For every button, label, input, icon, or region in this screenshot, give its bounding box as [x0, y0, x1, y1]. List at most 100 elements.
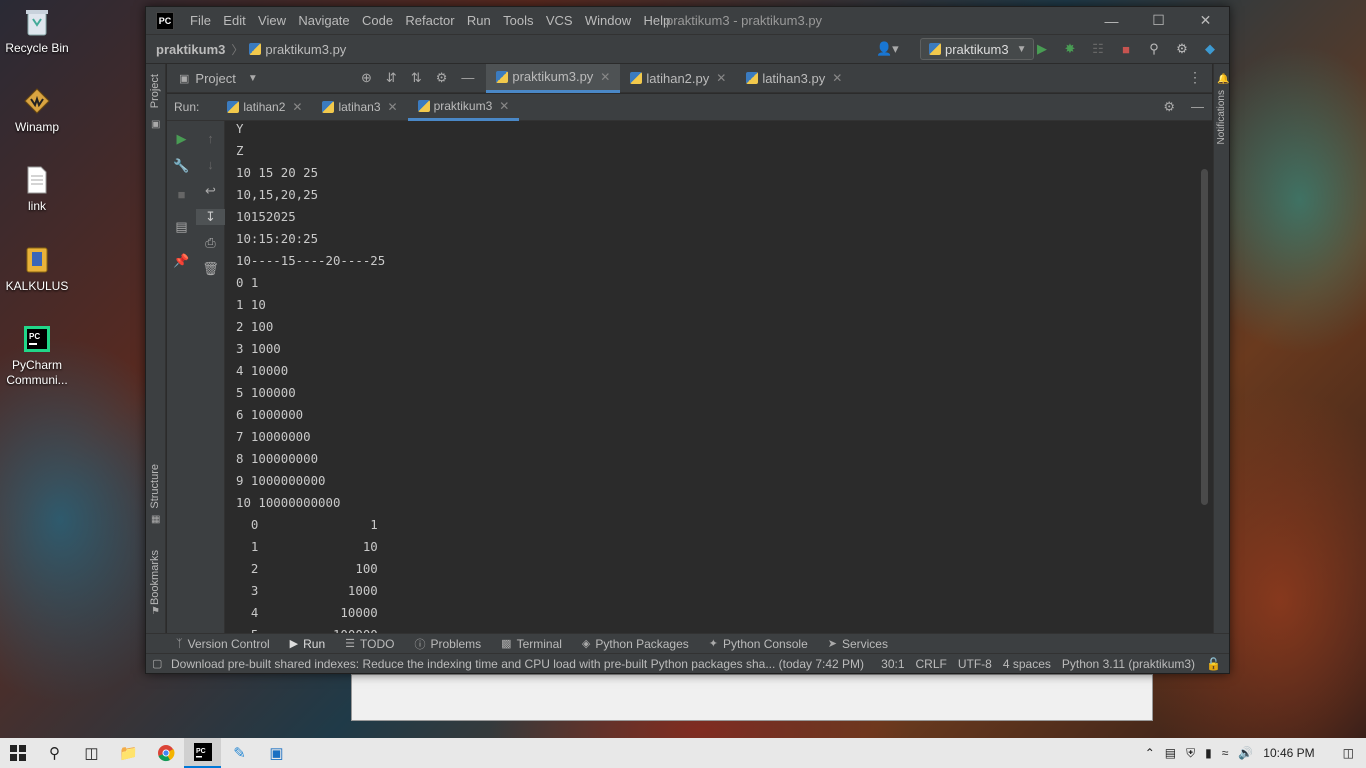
chevron-up-icon[interactable]: ⌃ [1145, 746, 1155, 760]
stop-icon[interactable]: ■ [1117, 40, 1135, 58]
clock[interactable]: 10:46 PM [1263, 746, 1314, 760]
desktop-icon-kalkulus[interactable]: KALKULUS [0, 244, 74, 294]
arrow-up-icon[interactable]: ↑ [196, 131, 225, 146]
more-options-icon[interactable]: ⋮ [1188, 69, 1202, 86]
menu-navigate[interactable]: Navigate [298, 13, 349, 28]
tab-python-console[interactable]: ✦ Python Console [709, 637, 808, 651]
menu-code[interactable]: Code [362, 13, 393, 28]
scroll-to-end-icon[interactable]: ↧ [196, 209, 225, 225]
close-tab-icon[interactable]: ✕ [832, 71, 842, 85]
battery-icon[interactable]: ▮ [1205, 746, 1212, 760]
volume-icon[interactable]: 🔊 [1238, 746, 1253, 760]
wifi-icon[interactable]: ≈ [1222, 746, 1229, 760]
tab-terminal[interactable]: ▩ Terminal [501, 637, 562, 651]
vertical-scrollbar[interactable] [1201, 169, 1208, 505]
status-interpreter[interactable]: Python 3.11 (praktikum3) [1062, 657, 1195, 671]
notifications-icon[interactable]: ◫ [1343, 746, 1354, 760]
layout-icon[interactable]: ▤ [167, 219, 196, 235]
soft-wrap-icon[interactable]: ↩ [196, 183, 225, 199]
status-message[interactable]: Download pre-built shared indexes: Reduc… [171, 657, 864, 671]
run-tab-latihan2[interactable]: latihan2 ✕ [217, 94, 312, 121]
editor-tab-praktikum3[interactable]: praktikum3.py ✕ [486, 63, 621, 93]
tab-python-packages[interactable]: ◈ Python Packages [582, 637, 689, 651]
panel-toggle-icon[interactable]: ▢ [152, 657, 162, 670]
project-dropdown[interactable]: ▣ Project ▼ [179, 71, 265, 86]
user-icon[interactable]: 👤▾ [876, 41, 899, 57]
run-icon[interactable]: ▶ [1033, 40, 1051, 58]
menu-vcs[interactable]: VCS [546, 13, 573, 28]
background-window[interactable] [351, 674, 1153, 721]
hide-icon[interactable]: — [461, 70, 474, 86]
locate-icon[interactable]: ⊕ [361, 70, 372, 86]
start-button[interactable] [0, 738, 36, 768]
collapse-all-icon[interactable]: ⇅ [411, 70, 422, 86]
tab-version-control[interactable]: ᛉ Version Control [176, 637, 270, 651]
close-button[interactable]: ✕ [1182, 7, 1229, 34]
photos-icon[interactable]: ▣ [258, 738, 295, 768]
desktop-icon-recycle-bin[interactable]: Recycle Bin [0, 6, 74, 56]
run-console-output[interactable]: Y Z 10 15 20 25 10,15,20,25 10152025 10:… [225, 121, 1212, 633]
close-tab-icon[interactable]: ✕ [716, 71, 726, 85]
settings-icon[interactable]: ⚙ [436, 70, 448, 86]
menu-run[interactable]: Run [467, 13, 491, 28]
status-indent[interactable]: 4 spaces [1003, 657, 1051, 671]
maximize-button[interactable]: ☐ [1135, 7, 1182, 34]
menu-view[interactable]: View [258, 13, 286, 28]
menu-edit[interactable]: Edit [223, 13, 245, 28]
chrome-icon[interactable] [147, 738, 184, 768]
wrench-icon[interactable]: 🔧 [167, 158, 196, 174]
search-icon[interactable]: ⚲ [1145, 40, 1163, 58]
rerun-icon[interactable]: ▶ [167, 131, 196, 147]
status-encoding[interactable]: UTF-8 [958, 657, 992, 671]
task-view-icon[interactable]: ◫ [73, 738, 110, 768]
run-tab-praktikum3[interactable]: praktikum3 ✕ [407, 94, 520, 121]
status-caret-position[interactable]: 30:1 [881, 657, 904, 671]
close-tab-icon[interactable]: ✕ [600, 70, 610, 84]
editor-tab-latihan3[interactable]: latihan3.py ✕ [736, 64, 852, 93]
run-config-select[interactable]: praktikum3 ▼ [920, 38, 1034, 60]
debug-icon[interactable]: ✸ [1061, 40, 1079, 58]
display-icon[interactable]: ▤ [1165, 746, 1176, 760]
stop-icon[interactable]: ■ [167, 187, 196, 202]
menu-window[interactable]: Window [585, 13, 631, 28]
bookmarks-tool-label[interactable]: Bookmarks [149, 550, 161, 605]
editor-tab-latihan2[interactable]: latihan2.py ✕ [620, 64, 736, 93]
security-icon[interactable]: ⛨ [1186, 746, 1195, 761]
close-tab-icon[interactable]: ✕ [388, 100, 398, 114]
coverage-icon[interactable]: ☷ [1089, 40, 1107, 58]
search-icon[interactable]: ⚲ [36, 738, 73, 768]
breadcrumb-file[interactable]: praktikum3.py [265, 42, 346, 57]
structure-tool-label[interactable]: Structure [149, 464, 161, 509]
jetbrains-icon[interactable]: ◆ [1201, 40, 1219, 58]
tab-todo[interactable]: ☰ TODO [345, 637, 394, 651]
file-explorer-icon[interactable]: 📁 [110, 738, 147, 768]
settings-icon[interactable]: ⚙ [1163, 99, 1175, 115]
breadcrumb-project[interactable]: praktikum3 [156, 42, 225, 57]
lock-icon[interactable]: 🔓 [1206, 657, 1221, 671]
title-bar[interactable]: PC File Edit View Navigate Code Refactor… [146, 7, 1229, 34]
trash-icon[interactable]: 🗑 [196, 261, 225, 277]
status-line-separator[interactable]: CRLF [916, 657, 947, 671]
desktop-icon-winamp[interactable]: Winamp [0, 85, 74, 135]
close-tab-icon[interactable]: ✕ [499, 99, 509, 113]
arrow-down-icon[interactable]: ↓ [196, 157, 225, 172]
notifications-tool-label[interactable]: Notifications [1216, 90, 1227, 144]
tab-services[interactable]: ➤ Services [828, 637, 888, 651]
tab-problems[interactable]: ⓘ Problems [414, 636, 481, 652]
minimize-button[interactable]: — [1088, 7, 1135, 34]
expand-all-icon[interactable]: ⇵ [386, 70, 397, 86]
print-icon[interactable]: ⎙ [196, 235, 225, 251]
close-tab-icon[interactable]: ✕ [292, 100, 302, 114]
run-tab-latihan3[interactable]: latihan3 ✕ [312, 94, 407, 121]
pin-icon[interactable]: 📌 [167, 253, 196, 269]
project-tool-label[interactable]: Project [149, 74, 161, 108]
desktop-icon-pycharm[interactable]: PC PyCharm Communi... [0, 323, 74, 388]
menu-file[interactable]: File [190, 13, 211, 28]
gear-icon[interactable]: ⚙ [1173, 40, 1191, 58]
pycharm-taskbar-icon[interactable]: PC [184, 738, 221, 768]
python-idle-icon[interactable]: ✎ [221, 738, 258, 768]
desktop-icon-link[interactable]: link [0, 164, 74, 214]
menu-refactor[interactable]: Refactor [405, 13, 454, 28]
hide-icon[interactable]: — [1191, 99, 1204, 115]
menu-tools[interactable]: Tools [503, 13, 533, 28]
